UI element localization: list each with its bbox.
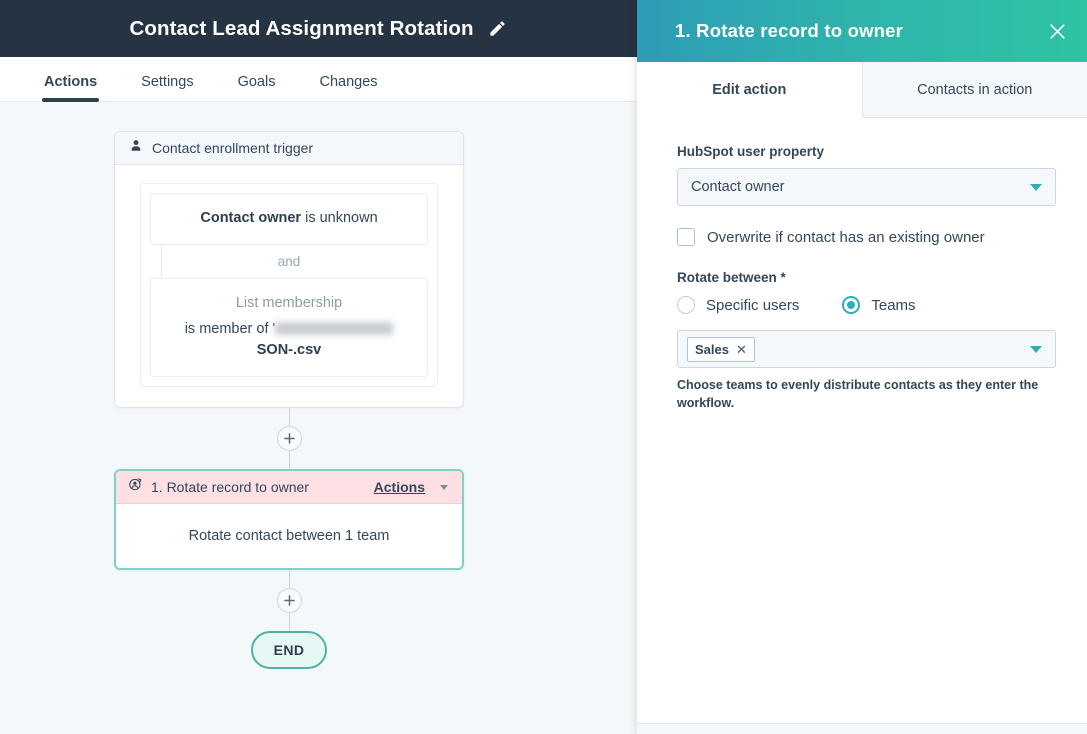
tab-changes[interactable]: Changes [319,74,377,101]
tab-changes-label: Changes [319,74,377,90]
tab-goals-label: Goals [238,74,276,90]
action-menu-button[interactable]: Actions [374,479,425,495]
workflow-canvas-pane: Contact Lead Assignment Rotation Actions… [0,0,637,734]
overwrite-owner-label: Overwrite if contact has an existing own… [707,229,985,246]
add-step-button-1[interactable] [277,426,302,451]
connector-line [289,408,290,426]
contact-icon [129,138,143,158]
panel-header: 1. Rotate record to owner [637,0,1087,62]
end-node: END [251,631,327,669]
teams-select[interactable]: Sales ✕ [677,330,1056,368]
action-edit-panel: 1. Rotate record to owner Edit action Co… [637,0,1087,734]
condition-suffix: SON-.csv [257,342,321,358]
team-chip-label: Sales [695,342,729,357]
tab-actions-label: Actions [44,74,97,90]
condition-property-muted: List membership [161,293,417,315]
action-card-rotate-record[interactable]: 1. Rotate record to owner Actions Rotate… [114,469,464,570]
condition-list-membership[interactable]: List membership is member of ' SON-.csv [150,278,428,377]
tab-edit-action[interactable]: Edit action [637,62,862,118]
flow-canvas: Contact enrollment trigger Contact owner… [0,102,637,734]
flow-column: Contact enrollment trigger Contact owner… [114,131,464,669]
action-card-summary: Rotate contact between 1 team [116,504,462,568]
workflow-tabs: Actions Settings Goals Changes [0,57,637,102]
enrollment-trigger-title: Contact enrollment trigger [152,140,313,156]
connector-line [289,570,290,588]
tab-contacts-in-action[interactable]: Contacts in action [862,62,1087,118]
tab-edit-action-label: Edit action [712,82,786,98]
chevron-down-icon [1030,346,1042,353]
radio-specific-users-control[interactable] [677,296,695,314]
team-chip-sales[interactable]: Sales ✕ [687,337,755,362]
panel-form: HubSpot user property Contact owner Over… [637,118,1087,723]
panel-title: 1. Rotate record to owner [675,20,903,42]
action-card-title: 1. Rotate record to owner [151,479,366,495]
add-step-button-2[interactable] [277,588,302,613]
tab-settings-label: Settings [141,74,193,90]
page-title: Contact Lead Assignment Rotation [129,17,473,41]
enrollment-trigger-card[interactable]: Contact enrollment trigger Contact owner… [114,131,464,408]
enrollment-trigger-header: Contact enrollment trigger [115,132,463,165]
radio-teams[interactable]: Teams [842,296,915,314]
teams-chip-list: Sales ✕ [687,337,1030,362]
radio-teams-label: Teams [871,297,915,314]
condition-prefix: is member of ' [185,321,276,337]
condition-group: Contact owner is unknown and List member… [140,183,438,387]
workflow-topbar: Contact Lead Assignment Rotation [0,0,637,57]
tab-contacts-in-action-label: Contacts in action [917,82,1032,98]
rotate-between-radio-group: Specific users Teams [677,296,1056,314]
rotate-owner-icon [128,477,143,497]
rotate-between-label: Rotate between * [677,270,1056,285]
connector-action-to-end [114,570,464,631]
tab-actions[interactable]: Actions [44,74,97,101]
user-property-label: HubSpot user property [677,144,1056,159]
radio-specific-users[interactable]: Specific users [677,296,799,314]
user-property-value: Contact owner [691,179,1030,195]
chevron-down-icon [1030,184,1042,191]
radio-specific-users-label: Specific users [706,297,799,314]
workflow-editor-page: Contact Lead Assignment Rotation Actions… [0,0,1087,734]
flow-end: END [114,631,464,669]
condition-property: Contact owner [200,210,301,226]
close-icon[interactable] [1043,17,1071,45]
tab-settings[interactable]: Settings [141,74,193,101]
overwrite-owner-row[interactable]: Overwrite if contact has an existing own… [677,228,1056,246]
enrollment-trigger-body: Contact owner is unknown and List member… [115,165,463,407]
pencil-icon[interactable] [488,19,508,39]
panel-tabs: Edit action Contacts in action [637,62,1087,118]
overwrite-owner-checkbox[interactable] [677,228,695,246]
teams-help-text: Choose teams to evenly distribute contac… [677,376,1047,412]
connector-line [289,613,290,631]
panel-footer [637,723,1087,734]
condition-joiner: and [150,245,428,278]
connector-line [289,451,290,469]
condition-contact-owner[interactable]: Contact owner is unknown [150,193,428,245]
redacted-list-name [275,322,393,335]
user-property-select[interactable]: Contact owner [677,168,1056,206]
tab-goals[interactable]: Goals [238,74,276,101]
chevron-down-icon[interactable] [440,485,448,490]
radio-teams-control[interactable] [842,296,860,314]
close-icon[interactable]: ✕ [736,343,747,356]
action-card-header: 1. Rotate record to owner Actions [116,471,462,504]
connector-trigger-to-action [114,408,464,469]
condition-operator: is unknown [305,210,378,226]
